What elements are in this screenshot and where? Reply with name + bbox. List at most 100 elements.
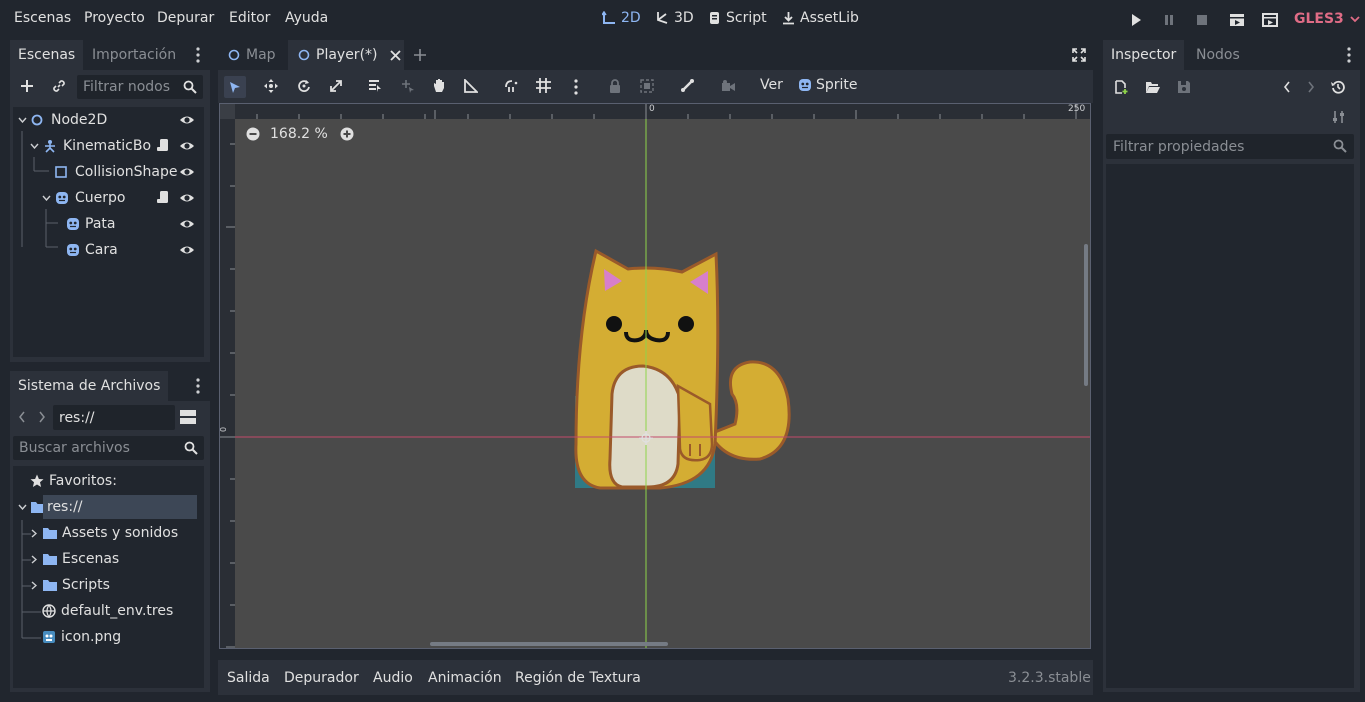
move-tool-icon[interactable] — [264, 79, 278, 93]
pivot-tool-icon[interactable] — [401, 79, 415, 93]
chevron-right-icon[interactable] — [30, 580, 38, 590]
history-icon[interactable] — [1331, 80, 1345, 94]
play-custom-scene-icon[interactable] — [1262, 12, 1278, 28]
rotate-tool-icon[interactable] — [297, 79, 311, 93]
chevron-right-icon[interactable] — [30, 528, 38, 538]
script-attached-icon[interactable] — [156, 138, 170, 152]
visibility-eye-icon[interactable] — [179, 165, 195, 179]
menu-depurar[interactable]: Depurar — [157, 10, 214, 26]
sprite-menu[interactable]: Sprite — [798, 77, 858, 93]
file-row-favoritos[interactable]: Favoritos: — [13, 469, 204, 493]
visibility-eye-icon[interactable] — [179, 113, 195, 127]
visibility-eye-icon[interactable] — [179, 217, 195, 231]
scene-tab-player[interactable]: Player(*) — [288, 40, 404, 70]
tab-escenas[interactable]: Escenas — [10, 40, 84, 70]
menu-escenas[interactable]: Escenas — [14, 10, 71, 26]
select-tool-icon[interactable] — [224, 76, 246, 98]
grid-snap-icon[interactable] — [536, 78, 551, 93]
tab-importacion[interactable]: Importación — [84, 40, 184, 70]
back-icon[interactable] — [18, 411, 26, 423]
menu-editor[interactable]: Editor — [229, 10, 270, 26]
smart-snap-icon[interactable] — [505, 79, 519, 93]
object-properties-icon[interactable] — [1332, 110, 1346, 124]
tab-sistema-de-archivos[interactable]: Sistema de Archivos — [10, 371, 169, 401]
filter-properties-input[interactable]: Filtrar propiedades — [1106, 134, 1354, 159]
workspace-script-button[interactable]: Script — [708, 10, 767, 26]
tab-nodos[interactable]: Nodos — [1188, 40, 1248, 70]
new-resource-icon[interactable] — [1114, 80, 1128, 94]
file-row-assets[interactable]: Assets y sonidos — [13, 521, 204, 545]
stop-icon[interactable] — [1196, 13, 1208, 27]
chevron-down-icon[interactable] — [29, 143, 39, 149]
instance-scene-icon[interactable] — [52, 79, 66, 93]
visibility-eye-icon[interactable] — [179, 191, 195, 205]
play-icon[interactable] — [1130, 13, 1142, 27]
dock-menu-icon[interactable] — [196, 378, 200, 394]
ruler-tool-icon[interactable] — [464, 79, 478, 93]
pause-icon[interactable] — [1163, 13, 1175, 27]
close-icon[interactable] — [389, 49, 401, 61]
scale-tool-icon[interactable] — [329, 79, 343, 93]
workspace-assetlib-button[interactable]: AssetLib — [782, 10, 859, 26]
file-row-scripts[interactable]: Scripts — [13, 573, 204, 597]
dock-menu-icon[interactable] — [1347, 47, 1351, 63]
add-scene-tab-icon[interactable] — [413, 48, 427, 62]
view-menu[interactable]: Ver — [760, 77, 783, 93]
visibility-eye-icon[interactable] — [179, 243, 195, 257]
chevron-down-icon[interactable] — [41, 195, 51, 201]
chevron-right-icon[interactable] — [30, 554, 38, 564]
renderer-dropdown[interactable]: GLES3 — [1294, 11, 1360, 27]
path-field[interactable]: res:// — [53, 405, 175, 430]
add-node-icon[interactable] — [20, 79, 34, 93]
file-row-icon-png[interactable]: icon.png — [13, 625, 204, 649]
chevron-down-icon[interactable] — [17, 117, 27, 123]
menu-ayuda[interactable]: Ayuda — [285, 10, 328, 26]
tree-row-cuerpo[interactable]: Cuerpo — [13, 186, 204, 210]
pan-tool-icon[interactable] — [432, 78, 447, 93]
tree-row-cara[interactable]: Cara — [13, 238, 204, 262]
bones-icon[interactable] — [680, 78, 695, 93]
search-files-input[interactable]: Buscar archivos — [13, 436, 204, 460]
group-icon[interactable] — [640, 79, 654, 93]
filter-nodes-input[interactable]: Filtrar nodos — [77, 75, 203, 99]
bottom-tab-region-de-textura[interactable]: Región de Textura — [515, 670, 641, 686]
save-icon[interactable] — [1177, 80, 1191, 94]
scene-tab-label: Player(*) — [316, 47, 378, 63]
list-select-icon[interactable] — [368, 79, 382, 93]
tree-row-collisionshape[interactable]: CollisionShape — [13, 160, 204, 184]
script-attached-icon[interactable] — [156, 190, 170, 204]
bottom-tab-salida[interactable]: Salida — [227, 670, 270, 686]
file-row-escenas[interactable]: Escenas — [13, 547, 204, 571]
search-files-placeholder: Buscar archivos — [19, 440, 130, 456]
visibility-eye-icon[interactable] — [179, 139, 195, 153]
chevron-down-icon[interactable] — [17, 504, 27, 510]
camera-override-icon[interactable] — [720, 79, 736, 93]
bottom-tab-depurador[interactable]: Depurador — [284, 670, 359, 686]
tab-inspector[interactable]: Inspector — [1103, 40, 1185, 70]
file-row-default-env[interactable]: default_env.tres — [13, 599, 204, 623]
open-folder-icon[interactable] — [1145, 80, 1161, 94]
workspace-2d-button[interactable]: 2D — [602, 10, 641, 26]
workspace-3d-button[interactable]: 3D — [655, 10, 694, 26]
tree-row-pata[interactable]: Pata — [13, 212, 204, 236]
lock-icon[interactable] — [609, 79, 621, 93]
bottom-tab-animacion[interactable]: Animación — [428, 670, 502, 686]
fullscreen-icon[interactable] — [1072, 48, 1086, 62]
tree-row-node2d[interactable]: Node2D — [13, 108, 204, 132]
scene-tab-map[interactable]: Map — [218, 40, 286, 70]
snap-options-menu-icon[interactable] — [574, 79, 578, 95]
split-view-icon[interactable] — [180, 410, 196, 424]
cat-eye-right — [678, 316, 694, 332]
file-row-res[interactable]: res:// — [13, 495, 204, 519]
vertical-scrollbar[interactable] — [1084, 244, 1088, 386]
horizontal-scrollbar[interactable] — [430, 642, 668, 646]
play-scene-icon[interactable] — [1229, 12, 1245, 28]
canvas-viewport[interactable]: 0 250 0 168.2 % — [219, 103, 1091, 649]
history-back-icon[interactable] — [1283, 81, 1291, 93]
menu-proyecto[interactable]: Proyecto — [84, 10, 145, 26]
forward-icon[interactable] — [38, 411, 46, 423]
tree-row-kinematicbody[interactable]: KinematicBo — [13, 134, 204, 158]
history-forward-icon[interactable] — [1307, 81, 1315, 93]
bottom-tab-audio[interactable]: Audio — [373, 670, 413, 686]
dock-menu-icon[interactable] — [196, 47, 200, 63]
